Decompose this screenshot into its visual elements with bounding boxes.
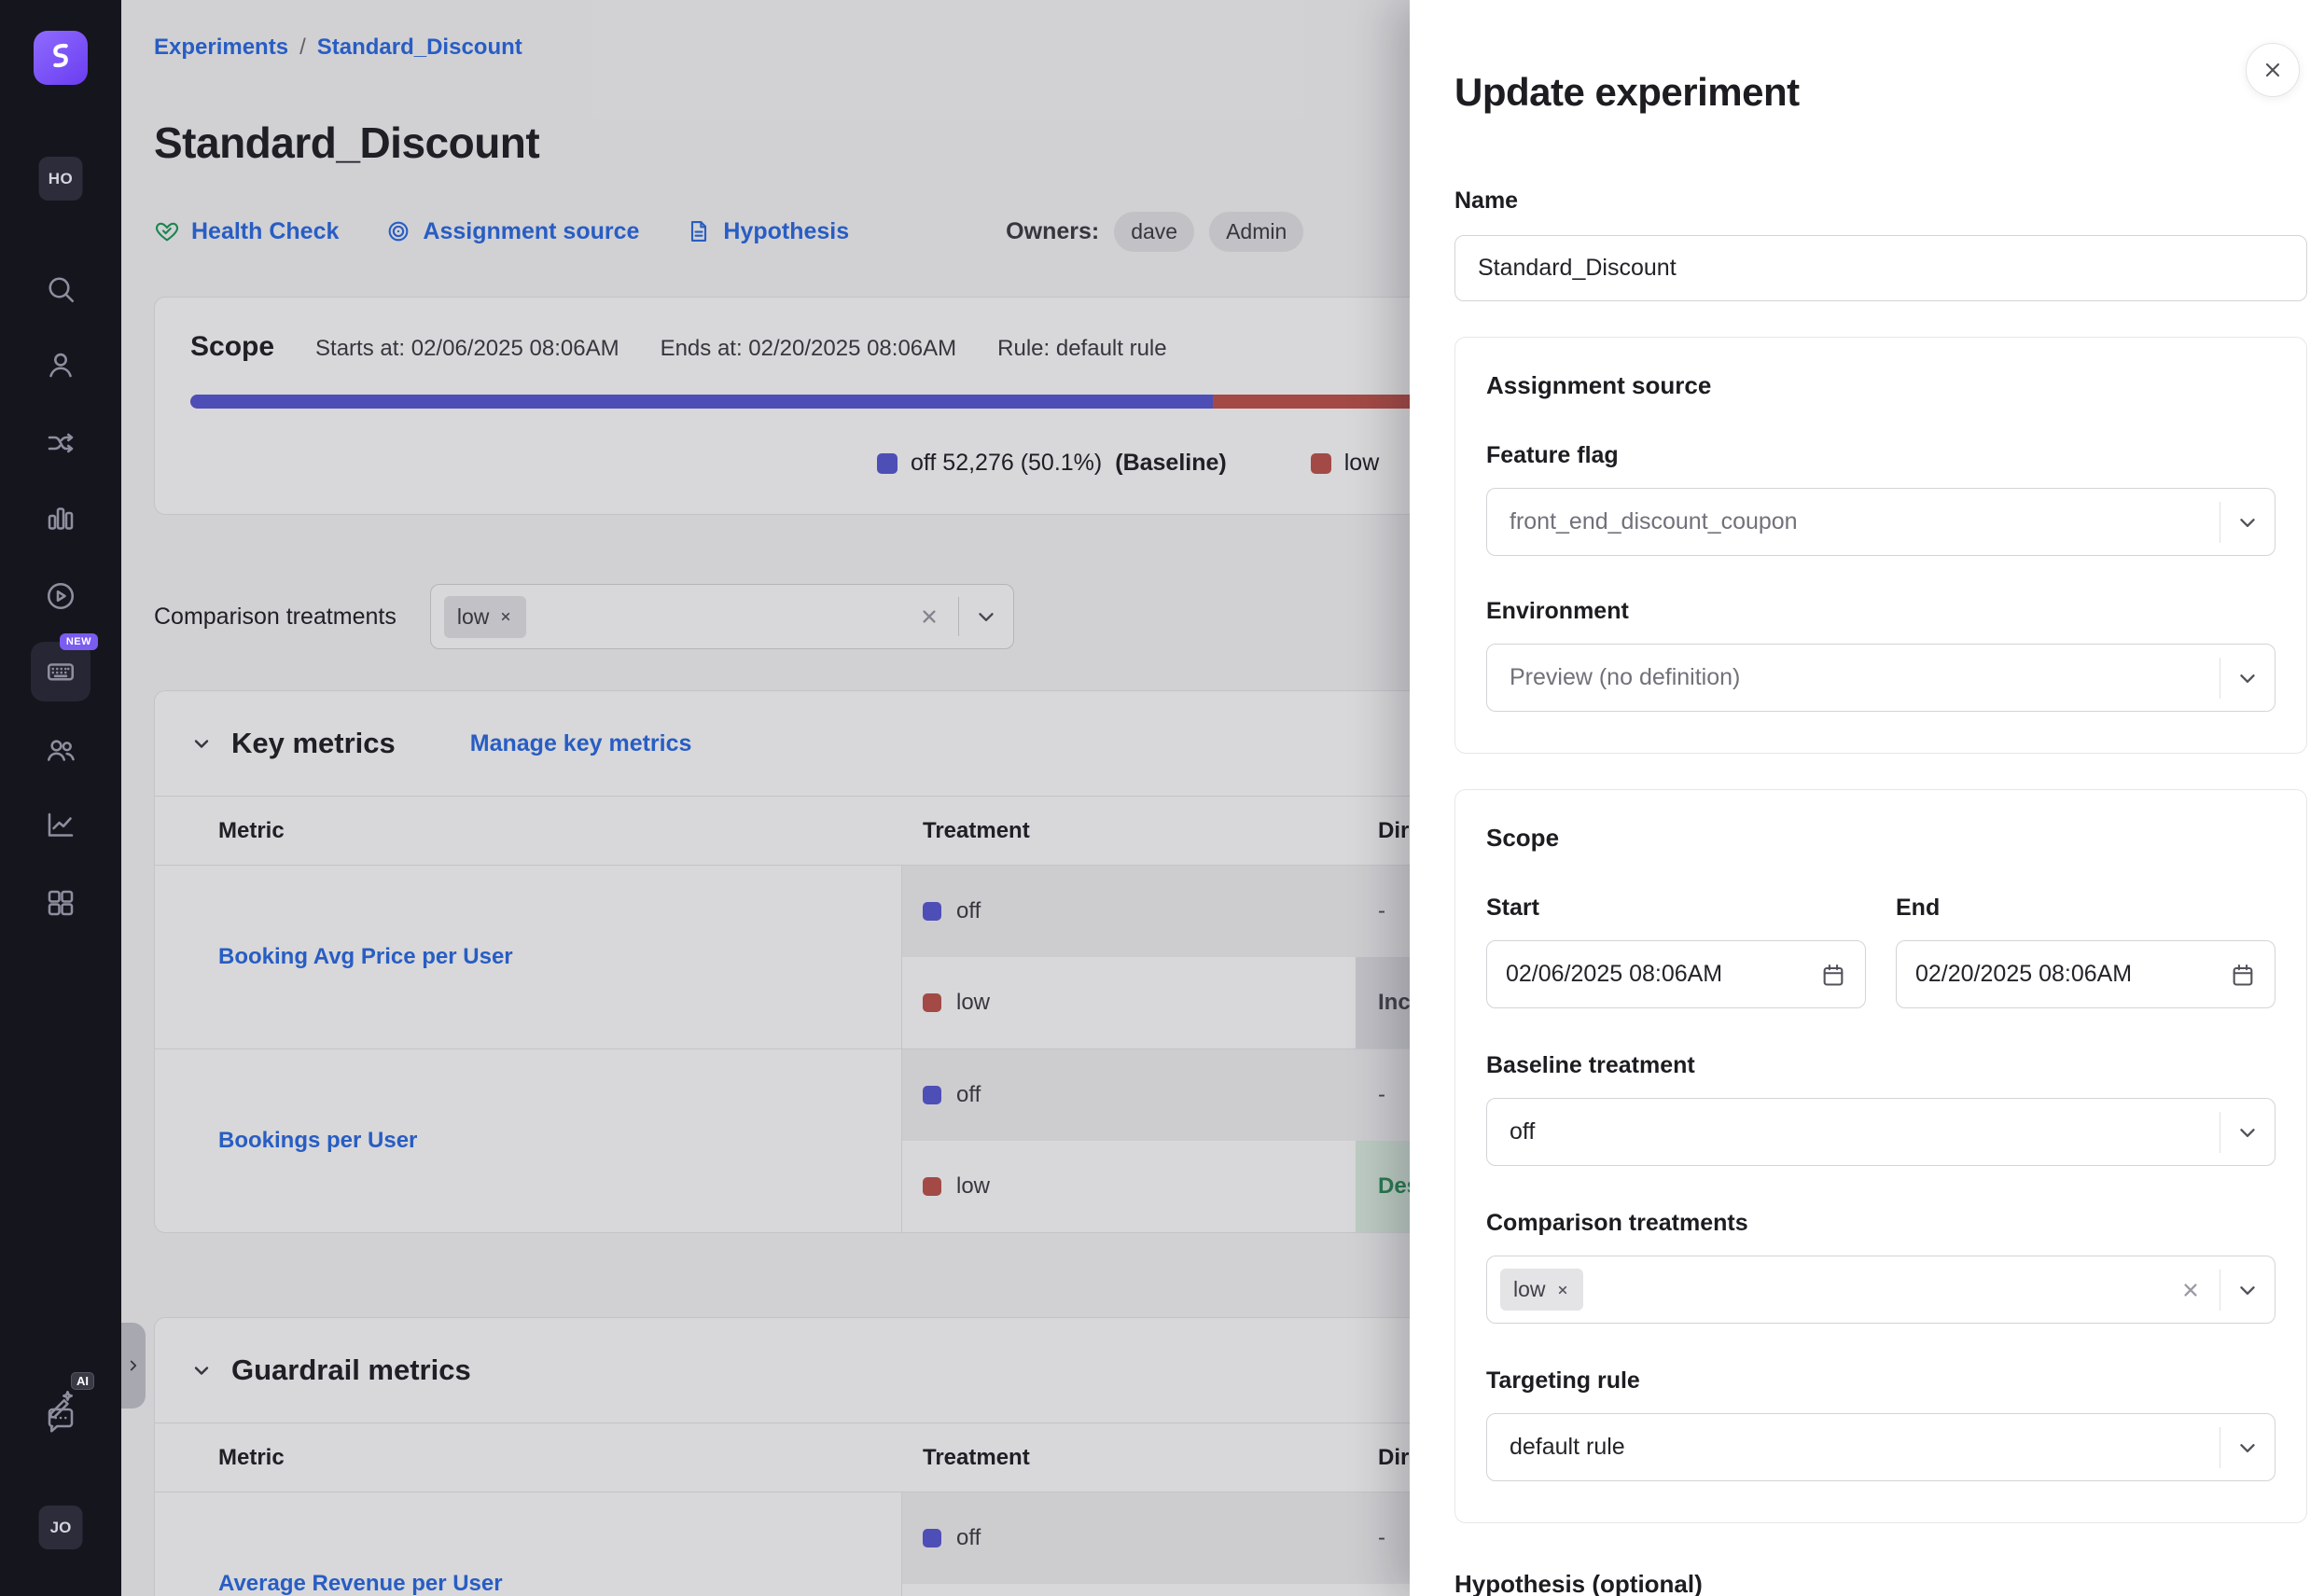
sidebar-expand-handle[interactable]: [121, 1323, 146, 1409]
owner-chip: dave: [1114, 212, 1194, 252]
treatment-swatch: [923, 993, 941, 1012]
collapse-chevron-icon[interactable]: [190, 1359, 213, 1381]
comparison-treatments-label: Comparison treatments: [1486, 1209, 2275, 1237]
scope-rule: Rule: default rule: [997, 336, 1166, 362]
treatment-chip-low[interactable]: low: [444, 596, 527, 638]
ai-badge: AI: [71, 1372, 94, 1390]
environment-select[interactable]: Preview (no definition): [1486, 644, 2275, 712]
support-chat-icon[interactable]: [40, 1400, 81, 1441]
feature-flag-label: Feature flag: [1486, 441, 2275, 469]
comparison-treatments-select[interactable]: low: [430, 584, 1014, 649]
metric-link[interactable]: Bookings per User: [155, 1049, 902, 1232]
comparison-treatments-label: Comparison treatments: [154, 604, 397, 631]
assignment-source-group: Assignment source Feature flag front_end…: [1454, 337, 2307, 754]
calendar-icon: [1820, 962, 1846, 988]
breadcrumb-experiments[interactable]: Experiments: [154, 35, 288, 61]
close-button[interactable]: [2246, 43, 2300, 97]
chevron-down-icon: [2235, 510, 2260, 534]
treatment-chip-low[interactable]: low: [1500, 1269, 1583, 1311]
environment-label: Environment: [1486, 597, 2275, 625]
experiments-icon[interactable]: [40, 498, 81, 539]
start-date-input[interactable]: 02/06/2025 08:06AM: [1486, 940, 1866, 1008]
guardrail-metrics-title: Guardrail metrics: [231, 1353, 471, 1387]
health-check-link[interactable]: Health Check: [154, 218, 339, 245]
new-badge: NEW: [60, 633, 98, 650]
chevron-down-icon: [2235, 1278, 2260, 1302]
treatment-swatch: [923, 1529, 941, 1547]
breadcrumb-current[interactable]: Standard_Discount: [317, 35, 522, 61]
metric-link[interactable]: Booking Avg Price per User: [155, 866, 902, 1048]
hypothesis-link[interactable]: Hypothesis: [686, 218, 849, 245]
metrics-chart-icon[interactable]: [40, 805, 81, 846]
owners-group: Owners: dave Admin: [1006, 212, 1303, 252]
sidebar: HO NEW AI: [0, 0, 121, 1596]
owners-label: Owners:: [1006, 218, 1099, 245]
legend-swatch-red: [1311, 453, 1331, 474]
assignment-source-title: Assignment source: [1486, 371, 2275, 400]
end-label: End: [1896, 894, 2275, 922]
search-icon[interactable]: [40, 269, 81, 310]
comparison-treatments-select[interactable]: low: [1486, 1256, 2275, 1324]
treatment-swatch: [923, 902, 941, 921]
feature-flags-icon[interactable]: [40, 423, 81, 464]
hypothesis-label: Hypothesis (optional): [1454, 1570, 2307, 1596]
chevron-right-icon: [125, 1357, 142, 1374]
assignment-source-link[interactable]: Assignment source: [385, 218, 639, 245]
chevron-down-icon: [974, 604, 998, 629]
statsig-logo[interactable]: [34, 31, 88, 85]
document-icon: [686, 218, 712, 244]
clear-selection-icon[interactable]: [917, 604, 941, 629]
user-avatar-badge[interactable]: JO: [39, 1506, 83, 1549]
chip-remove-icon[interactable]: [1555, 1283, 1570, 1298]
targeting-rule-select[interactable]: default rule: [1486, 1413, 2275, 1481]
play-circle-icon[interactable]: [40, 576, 81, 617]
update-experiment-panel: Update experiment Name Assignment source…: [1410, 0, 2324, 1596]
key-metrics-title: Key metrics: [231, 727, 396, 760]
scope-group: Scope Start 02/06/2025 08:06AM End 02/20…: [1454, 789, 2307, 1523]
legend-swatch-purple: [877, 453, 898, 474]
calendar-icon: [2230, 962, 2256, 988]
scope-card-title: Scope: [190, 331, 274, 363]
scope-group-title: Scope: [1486, 824, 2275, 853]
panel-title: Update experiment: [1454, 69, 2307, 116]
product-analytics-keyboard-icon[interactable]: NEW: [31, 642, 90, 701]
chip-remove-icon[interactable]: [498, 609, 513, 624]
scope-starts: Starts at: 02/06/2025 08:06AM: [315, 336, 619, 362]
owner-chip: Admin: [1209, 212, 1303, 252]
end-date-input[interactable]: 02/20/2025 08:06AM: [1896, 940, 2275, 1008]
collapse-chevron-icon[interactable]: [190, 732, 213, 755]
chevron-down-icon: [2235, 1120, 2260, 1145]
name-input[interactable]: [1454, 235, 2307, 301]
chevron-down-icon: [2235, 1436, 2260, 1460]
treatment-swatch: [923, 1177, 941, 1196]
bullseye-icon: [385, 218, 411, 244]
name-label: Name: [1454, 187, 2307, 215]
audiences-icon[interactable]: [40, 729, 81, 770]
app-root: HO NEW AI: [0, 0, 2324, 1596]
scope-ends: Ends at: 02/20/2025 08:06AM: [661, 336, 957, 362]
legend-item-off: off 52,276 (50.1%) (Baseline): [877, 450, 1227, 477]
clear-selection-icon[interactable]: [2178, 1278, 2203, 1302]
legend-item-low: low: [1311, 450, 1380, 477]
allocation-bar-baseline-segment: [190, 395, 1213, 409]
select-chevron-zone[interactable]: [959, 604, 1013, 629]
treatment-swatch: [923, 1086, 941, 1104]
chevron-down-icon: [2235, 666, 2260, 690]
close-icon: [2261, 59, 2284, 81]
manage-key-metrics-link[interactable]: Manage key metrics: [470, 730, 692, 757]
feature-flag-select[interactable]: front_end_discount_coupon: [1486, 488, 2275, 556]
user-icon[interactable]: [40, 344, 81, 385]
baseline-treatment-select[interactable]: off: [1486, 1098, 2275, 1166]
workspace-badge[interactable]: HO: [39, 157, 83, 201]
baseline-treatment-label: Baseline treatment: [1486, 1051, 2275, 1079]
targeting-rule-label: Targeting rule: [1486, 1367, 2275, 1395]
dashboards-grid-icon[interactable]: [40, 882, 81, 923]
breadcrumb-separator: /: [299, 35, 306, 61]
health-check-heart-icon: [154, 218, 180, 244]
metric-link[interactable]: Average Revenue per User: [155, 1492, 902, 1596]
start-label: Start: [1486, 894, 1866, 922]
